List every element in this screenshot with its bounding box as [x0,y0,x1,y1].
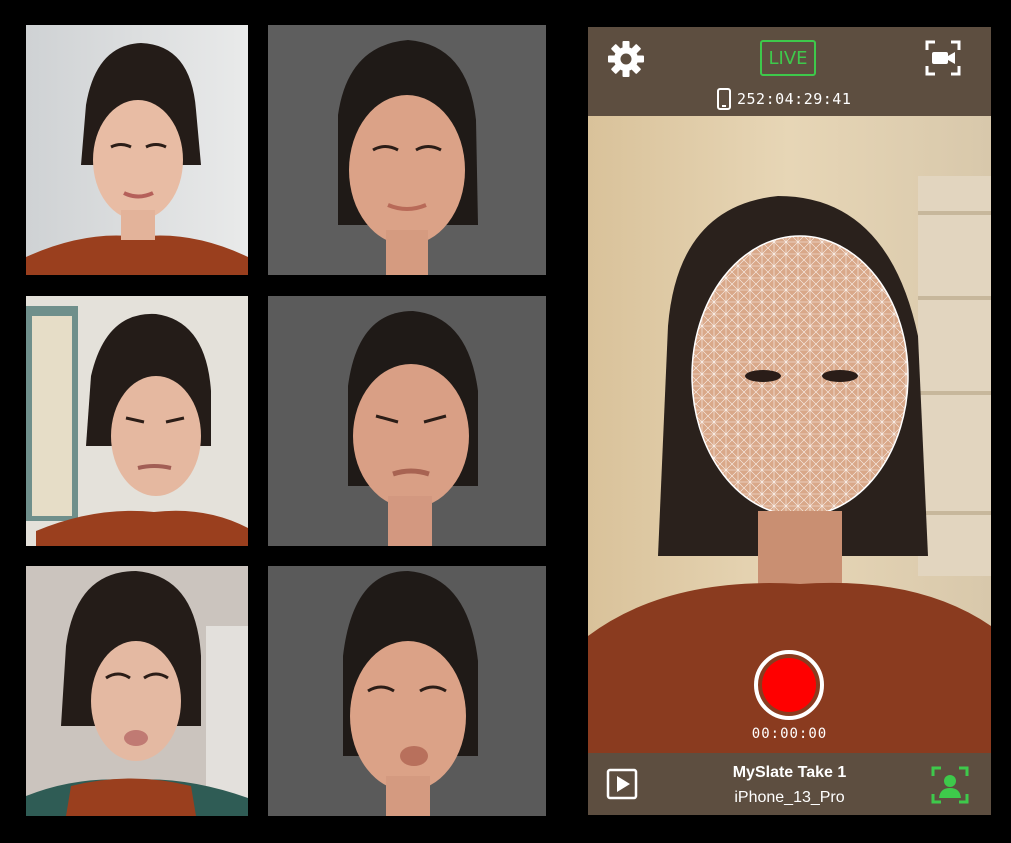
avatar-neutral-image [268,25,546,275]
record-dot [762,658,816,712]
timecode-display: 252:04:29:41 [716,87,851,111]
photo-squint-image [26,296,248,546]
capture-app: LIVE 252:04:29:41 00:00:00 MySlate Take … [588,27,991,815]
switch-camera-icon[interactable] [923,38,963,78]
photo-neutral-image [26,25,248,275]
live-badge[interactable]: LIVE [760,40,816,76]
top-bar: LIVE 252:04:29:41 [588,27,991,116]
avatar-pucker [268,566,546,816]
gear-icon[interactable] [606,39,646,79]
phone-device-icon [717,88,731,110]
record-button[interactable] [754,650,824,720]
photo-pucker-image [26,566,248,816]
avatar-pucker-image [268,566,546,816]
avatar-neutral [268,25,546,275]
face-tracking-icon[interactable] [930,765,970,805]
photo-pucker [26,566,248,816]
photo-squint [26,296,248,546]
recording-timer: 00:00:00 [751,726,828,742]
photo-neutral [26,25,248,275]
avatar-squint [268,296,546,546]
timecode-value: 252:04:29:41 [737,90,852,108]
avatar-squint-image [268,296,546,546]
